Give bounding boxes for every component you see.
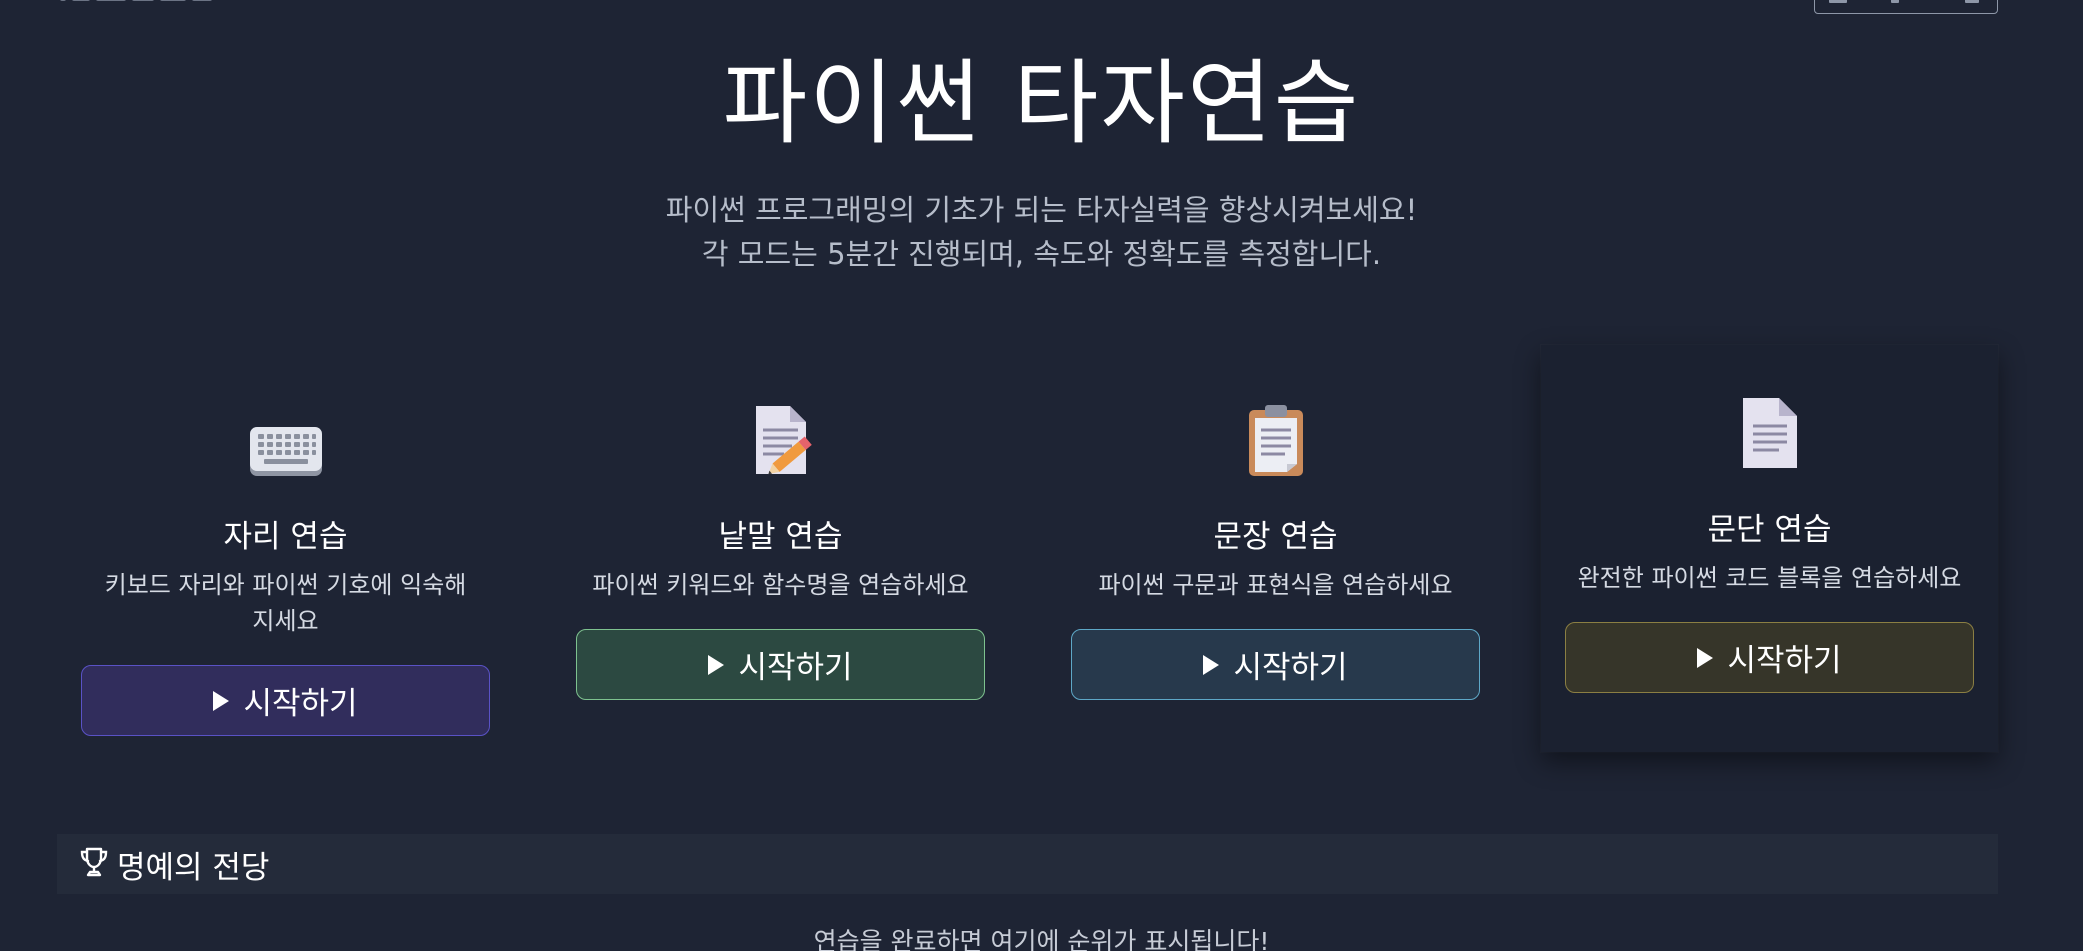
mode-title: 문장 연습	[1213, 519, 1338, 555]
document-icon	[1741, 396, 1799, 474]
header-brand[interactable]	[60, 0, 310, 6]
start-button-label: 시작하기	[243, 686, 358, 722]
memo-pencil-icon	[748, 402, 814, 482]
mode-card-paragraph: 문단 연습 완전한 파이썬 코드 블록을 연습하세요 시작하기	[1541, 345, 1998, 752]
header-control[interactable]	[1814, 0, 1998, 14]
play-icon	[213, 690, 230, 711]
start-button[interactable]: 시작하기	[576, 629, 985, 700]
page: 파이썬 타자연습 파이썬 프로그래밍의 기초가 되는 타자실력을 향상시켜보세요…	[0, 0, 2083, 951]
start-button-label: 시작하기	[738, 650, 853, 686]
mode-card-position: 자리 연습 키보드 자리와 파이썬 기호에 익숙해지세요 시작하기	[57, 345, 514, 765]
mode-description: 완전한 파이썬 코드 블록을 연습하세요	[1577, 564, 1962, 592]
hall-of-fame-empty-message: 연습을 완료하면 여기에 순위가 표시됩니다!	[813, 927, 1270, 951]
hall-of-fame-title: 명예의 전당	[117, 849, 270, 886]
start-button-label: 시작하기	[1727, 643, 1842, 679]
play-icon	[1203, 654, 1220, 675]
mode-title: 낱말 연습	[718, 519, 843, 555]
page-subtitle-line1: 파이썬 프로그래밍의 기초가 되는 타자실력을 향상시켜보세요!	[665, 193, 1418, 227]
start-button-label: 시작하기	[1233, 650, 1348, 686]
mode-description: 파이썬 구문과 표현식을 연습하세요	[1098, 571, 1453, 599]
start-button[interactable]: 시작하기	[81, 665, 490, 736]
trophy-icon	[79, 846, 109, 882]
keyboard-icon	[248, 424, 324, 484]
mode-title: 문단 연습	[1707, 512, 1832, 548]
page-subtitle-line2: 각 모드는 5분간 진행되며, 속도와 정확도를 측정합니다.	[701, 237, 1382, 271]
mode-card-word: 낱말 연습 파이썬 키워드와 함수명을 연습하세요 시작하기	[552, 345, 1009, 765]
page-title: 파이썬 타자연습	[722, 50, 1361, 157]
mode-title: 자리 연습	[223, 519, 348, 555]
clipboard-icon	[1245, 402, 1307, 482]
mode-description: 파이썬 키워드와 함수명을 연습하세요	[592, 571, 969, 599]
hall-of-fame-header: 명예의 전당	[57, 834, 1998, 894]
play-icon	[708, 654, 725, 675]
mode-card-sentence: 문장 연습 파이썬 구문과 표현식을 연습하세요 시작하기	[1047, 345, 1504, 765]
play-icon	[1697, 647, 1714, 668]
start-button[interactable]: 시작하기	[1071, 629, 1480, 700]
mode-description: 키보드 자리와 파이썬 기호에 익숙해지세요	[104, 571, 467, 635]
start-button[interactable]: 시작하기	[1565, 622, 1974, 693]
